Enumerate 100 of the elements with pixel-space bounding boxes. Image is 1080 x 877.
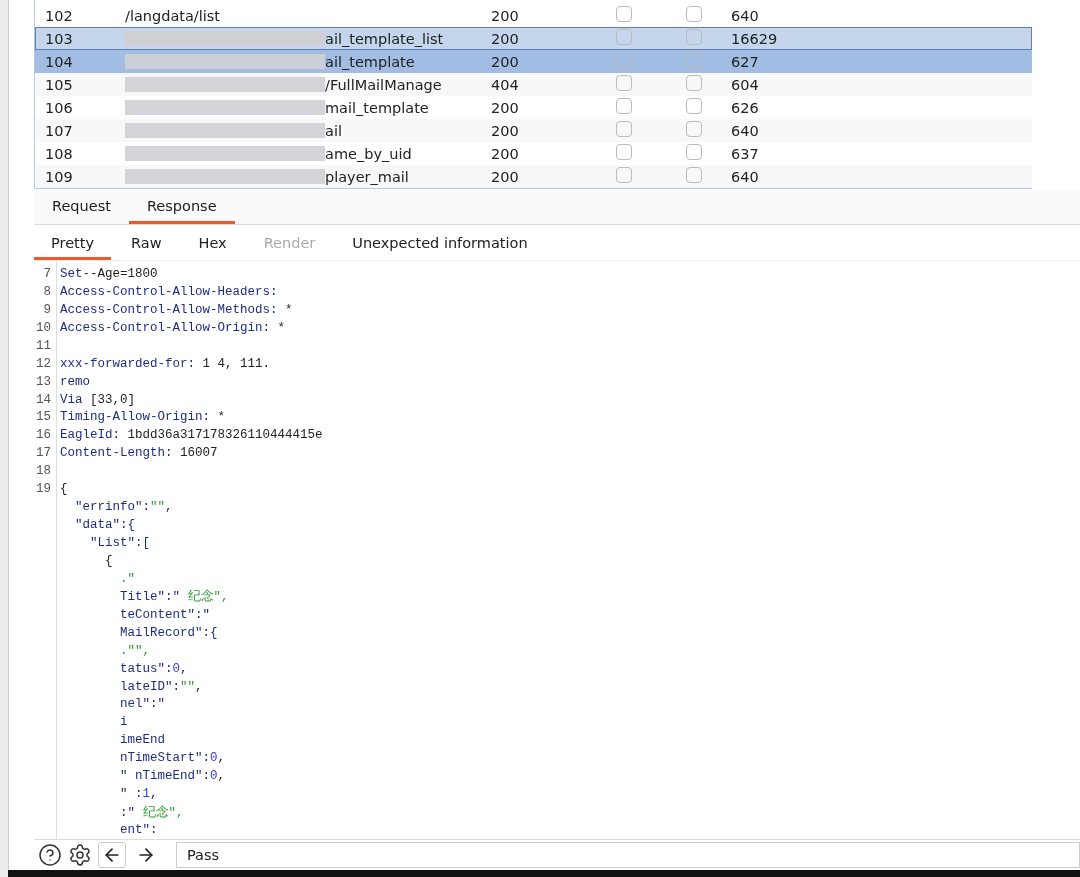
status-code: 200	[490, 145, 520, 162]
row-number: 107	[44, 122, 74, 139]
view-tab[interactable]: Raw	[114, 228, 179, 260]
checkbox[interactable]	[686, 52, 702, 68]
status-code: 200	[490, 122, 520, 139]
code-line: Set--Age=1800	[60, 266, 158, 281]
url-text: /langdata/list	[125, 7, 221, 24]
checkbox[interactable]	[616, 121, 632, 137]
code-line: ."	[120, 571, 135, 586]
table-row[interactable]: 109 player_mail 200 640	[35, 165, 1032, 188]
code-line: imeEnd	[120, 733, 165, 748]
code-line: :" 纪念",	[120, 804, 184, 821]
table-row[interactable]: 104 ail_template 200 627	[35, 50, 1032, 73]
code-line: nel":"	[120, 697, 165, 712]
line-number: 18	[35, 464, 51, 479]
tab[interactable]: Request	[34, 191, 129, 224]
line-number: 11	[35, 338, 51, 353]
row-number: 103	[44, 30, 74, 47]
row-number: 109	[44, 168, 74, 185]
code-line: EagleId: 1bdd36a317178326110444415e	[60, 428, 323, 443]
view-tab[interactable]: Unexpected information	[335, 228, 545, 260]
checkbox[interactable]	[686, 121, 702, 137]
url-text: player_mail	[325, 168, 409, 185]
checkbox[interactable]	[686, 144, 702, 160]
line-number: 13	[35, 374, 51, 389]
status-code: 200	[490, 30, 520, 47]
code-line: " :1,	[120, 787, 158, 802]
help-icon[interactable]	[38, 843, 62, 867]
code-line: {	[105, 553, 113, 568]
code-line: xxx-forwarded-for: 1 4, 111.	[60, 356, 271, 371]
length-value: 627	[730, 53, 760, 70]
checkbox[interactable]	[616, 29, 632, 45]
table-row[interactable]: 107 ail 200 640	[35, 119, 1032, 142]
code-line: " nTimeEnd":0,	[120, 769, 226, 784]
checkbox[interactable]	[686, 75, 702, 91]
code-line: remo	[60, 374, 90, 389]
line-number: 15	[35, 410, 51, 425]
checkbox[interactable]	[616, 98, 632, 114]
settings-icon[interactable]	[68, 843, 92, 867]
row-number: 102	[44, 7, 74, 24]
code-line: Access-Control-Allow-Headers:	[60, 284, 278, 299]
line-number: 14	[35, 392, 51, 407]
length-value: 16629	[730, 30, 779, 47]
code-line: {	[60, 482, 68, 497]
checkbox[interactable]	[686, 6, 702, 22]
code-line: lateID":"",	[120, 679, 203, 694]
status-code: 404	[490, 76, 520, 93]
status-code: 200	[490, 7, 520, 24]
code-line: Access-Control-Allow-Origin: *	[60, 320, 286, 335]
line-number: 17	[35, 446, 51, 461]
url-text: ail	[325, 122, 342, 139]
length-value: 626	[730, 99, 760, 116]
checkbox[interactable]	[616, 6, 632, 22]
status-code: 200	[490, 99, 520, 116]
url-text: ail_template_list	[325, 30, 444, 47]
checkbox[interactable]	[616, 52, 632, 68]
view-tab[interactable]: Hex	[181, 228, 244, 260]
code-line: nTimeStart":0,	[120, 751, 226, 766]
checkbox[interactable]	[616, 144, 632, 160]
checkbox[interactable]	[686, 29, 702, 45]
line-number: 10	[35, 320, 51, 335]
status-code: 200	[490, 168, 520, 185]
url-text: ail_template	[325, 53, 415, 70]
code-line: teContent":"	[120, 607, 210, 622]
url-text: ame_by_uid	[325, 145, 412, 162]
table-row[interactable]: 105 /FullMailManage 404 604	[35, 73, 1032, 96]
back-button[interactable]	[98, 842, 126, 868]
checkbox[interactable]	[686, 98, 702, 114]
code-line: tatus":0,	[120, 661, 188, 676]
row-number: 106	[44, 99, 74, 116]
url-text: mail_template	[325, 99, 429, 116]
row-number: 108	[44, 145, 74, 162]
code-line: Via [33,0]	[60, 392, 136, 407]
view-tab[interactable]: Pretty	[34, 228, 111, 260]
checkbox[interactable]	[686, 167, 702, 183]
row-number: 104	[44, 53, 74, 70]
line-number: 19	[35, 482, 51, 497]
code-line: Timing-Allow-Origin: *	[60, 410, 226, 425]
code-line: "List":[	[90, 536, 150, 551]
checkbox[interactable]	[616, 75, 632, 91]
line-number: 7	[42, 266, 51, 281]
code-line: ent":	[120, 823, 158, 838]
code-line: "data":{	[75, 518, 135, 533]
length-value: 640	[730, 7, 760, 24]
tab[interactable]: Response	[128, 191, 235, 224]
code-line: Access-Control-Allow-Methods: *	[60, 302, 293, 317]
code-line: ."",	[120, 643, 150, 658]
row-number: 105	[44, 76, 74, 93]
status-code: 200	[490, 53, 520, 70]
code-line: MailRecord":{	[120, 625, 218, 640]
table-row[interactable]: 103 ail_template_list 200 16629	[35, 27, 1032, 50]
line-number: 12	[35, 356, 51, 371]
checkbox[interactable]	[616, 167, 632, 183]
line-number: 8	[42, 284, 51, 299]
search-field[interactable]: Pass	[176, 842, 1080, 868]
length-value: 640	[730, 168, 760, 185]
code-line: "errinfo":"",	[75, 500, 173, 515]
line-number: 9	[42, 302, 51, 317]
length-value: 637	[730, 145, 760, 162]
code-line: Title":" 纪念",	[120, 588, 229, 606]
